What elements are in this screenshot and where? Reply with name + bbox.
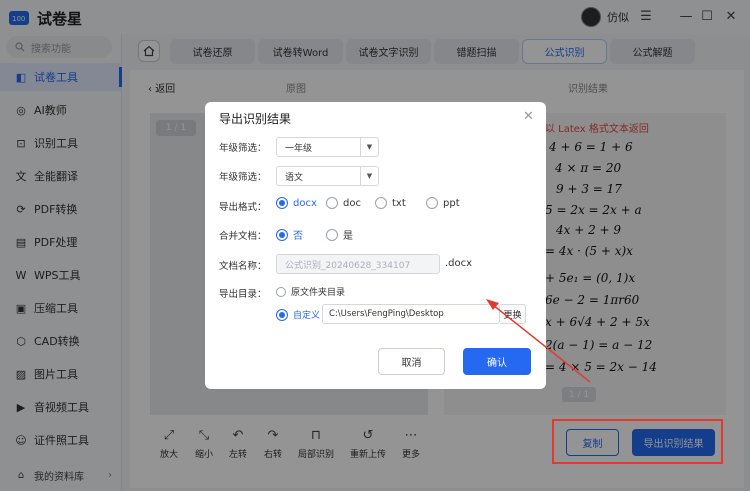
subject-select[interactable]: 语文 ▼ [276, 166, 379, 186]
format-radio-doc[interactable]: doc [326, 197, 361, 209]
directory-path-input[interactable]: C:\Users\FengPing\Desktop [322, 304, 500, 324]
filename-input[interactable]: 公式识别_20240628_334107 [276, 254, 440, 274]
filename-label: 文档名称： [219, 261, 267, 272]
chevron-down-icon: ▼ [360, 167, 378, 185]
radio-label: 否 [293, 231, 303, 242]
close-icon[interactable]: ✕ [523, 109, 534, 124]
radio-label: docx [293, 197, 317, 209]
radio-circle[interactable] [375, 197, 387, 209]
radio-label: 是 [343, 231, 353, 242]
merge-radio-no[interactable]: 否 [276, 227, 303, 242]
grade-value: 一年级 [285, 143, 313, 154]
highlight-box [552, 419, 723, 464]
chevron-down-icon: ▼ [360, 138, 378, 156]
format-radio-txt[interactable]: txt [375, 197, 406, 209]
cancel-button[interactable]: 取消 [378, 348, 445, 375]
dir-radio-custom[interactable]: 自定义 [276, 308, 320, 321]
grade-select[interactable]: 一年级 ▼ [276, 137, 379, 157]
format-label: 导出格式： [219, 202, 267, 213]
radio-circle[interactable] [326, 197, 338, 209]
radio-label: txt [392, 197, 406, 209]
radio-circle[interactable] [326, 228, 338, 241]
radio-label: ppt [443, 197, 460, 209]
dir-radio-source[interactable]: 原文件夹目录 [276, 285, 345, 298]
radio-label: 自定义 [293, 311, 321, 321]
app-window: 100 试卷星 仿似 ☰ — ☐ ✕ 搜索功能 ◧ 试卷工具 ◎ AI教师 ⊡ 识别工… [0, 0, 750, 491]
directory-label: 导出目录： [219, 289, 267, 300]
filename-extension: .docx [445, 258, 473, 269]
confirm-button[interactable]: 确认 [463, 348, 531, 375]
merge-radio-yes[interactable]: 是 [326, 227, 353, 242]
format-radio-docx[interactable]: docx [276, 197, 317, 209]
radio-circle[interactable] [276, 228, 288, 241]
radio-label: doc [343, 197, 361, 209]
radio-circle[interactable] [276, 286, 286, 297]
radio-circle[interactable] [276, 197, 288, 209]
format-radio-ppt[interactable]: ppt [426, 197, 460, 209]
grade-label: 年级筛选： [219, 143, 267, 154]
radio-circle[interactable] [426, 197, 438, 209]
change-directory-button[interactable]: 更换 [500, 304, 526, 324]
dialog-title: 导出识别结果 [219, 112, 292, 126]
subject-label: 年级筛选： [219, 172, 267, 183]
radio-label: 原文件夹目录 [291, 288, 346, 298]
merge-label: 合并文档： [219, 231, 267, 242]
subject-value: 语文 [285, 172, 304, 183]
radio-circle[interactable] [276, 308, 288, 321]
export-dialog: 导出识别结果 ✕ 年级筛选： 一年级 ▼ 年级筛选： 语文 ▼ 导出格式： do… [205, 102, 546, 389]
